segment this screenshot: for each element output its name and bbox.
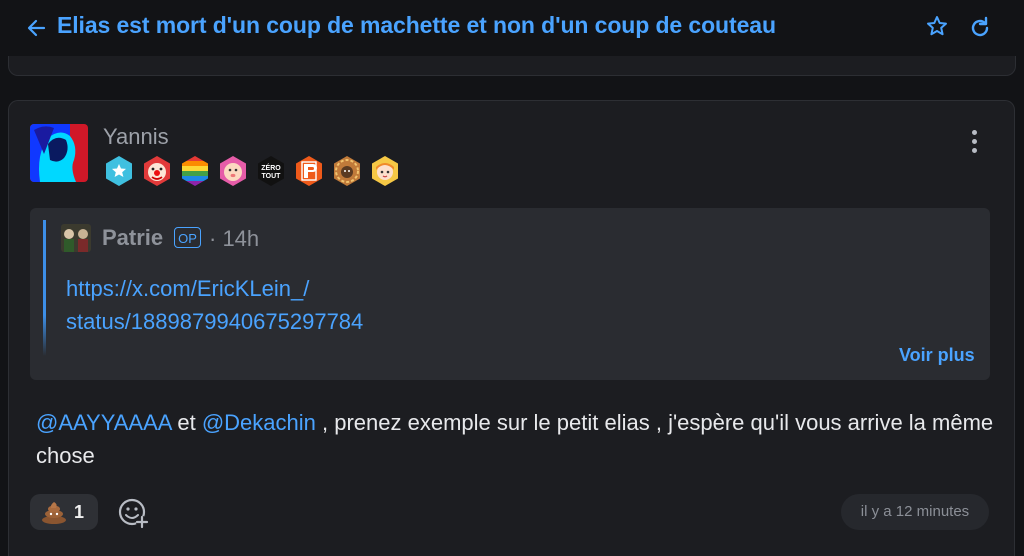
more-options-icon[interactable]	[960, 126, 988, 156]
page-title: Elias est mort d'un coup de machette et …	[57, 12, 776, 38]
svg-text:TOUT: TOUT	[262, 173, 282, 180]
mention-link[interactable]: @AAYYAAAA	[36, 410, 171, 435]
message-connector: et	[171, 410, 202, 435]
reaction-count: 1	[74, 501, 85, 522]
quote-link[interactable]: https://x.com/EricKLein_/ status/1889879…	[66, 272, 426, 338]
refresh-icon[interactable]	[966, 14, 994, 42]
previous-card-edge	[8, 56, 1016, 76]
zero-tout-badge-icon[interactable]: ZÉRO TOUT	[255, 155, 287, 187]
quote-author-name[interactable]: Patrie	[102, 225, 163, 251]
top-bar: Elias est mort d'un coup de machette et …	[0, 0, 1024, 56]
quote-link-line-1[interactable]: https://x.com/EricKLein_/	[66, 272, 426, 305]
poop-emoji-icon	[42, 502, 66, 524]
star-icon[interactable]	[924, 14, 950, 42]
back-arrow-icon[interactable]	[26, 14, 50, 42]
author-name[interactable]: Yannis	[103, 124, 169, 150]
quote-author-avatar[interactable]	[61, 224, 91, 252]
quote-time: · 14h	[209, 226, 260, 251]
reaction-chip[interactable]: 1	[30, 494, 98, 530]
message-timestamp: il y a 12 minutes	[841, 494, 989, 530]
message-text: @AAYYAAAA et @Dekachin , prenez exemple …	[36, 406, 996, 472]
badge-list: ZÉRO TOUT	[103, 155, 401, 187]
p-logo-badge-icon[interactable]	[293, 155, 325, 187]
girl-badge-icon[interactable]	[369, 155, 401, 187]
mention-link[interactable]: @Dekachin	[202, 410, 316, 435]
baby-badge-icon[interactable]	[217, 155, 249, 187]
hedgehog-badge-icon[interactable]	[331, 155, 363, 187]
svg-text:ZÉRO: ZÉRO	[261, 163, 281, 172]
see-more-button[interactable]: Voir plus	[899, 345, 975, 366]
author-avatar[interactable]	[30, 124, 88, 182]
quote-link-line-2[interactable]: status/1889879940675297784	[66, 305, 426, 338]
op-badge: OP	[174, 227, 201, 248]
quote-bar	[43, 220, 46, 356]
rainbow-badge-icon[interactable]	[179, 155, 211, 187]
add-reaction-icon[interactable]	[116, 496, 150, 530]
star-badge-icon[interactable]	[103, 155, 135, 187]
clown-badge-icon[interactable]	[141, 155, 173, 187]
